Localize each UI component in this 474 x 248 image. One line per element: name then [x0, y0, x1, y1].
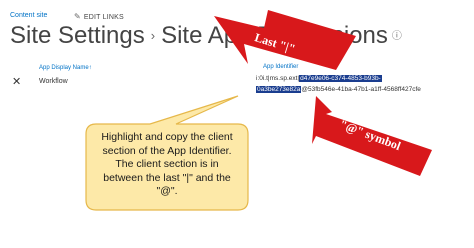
callout-text: Highlight and copy the client section of… [101, 131, 233, 197]
annotation-layer [85, 10, 432, 211]
